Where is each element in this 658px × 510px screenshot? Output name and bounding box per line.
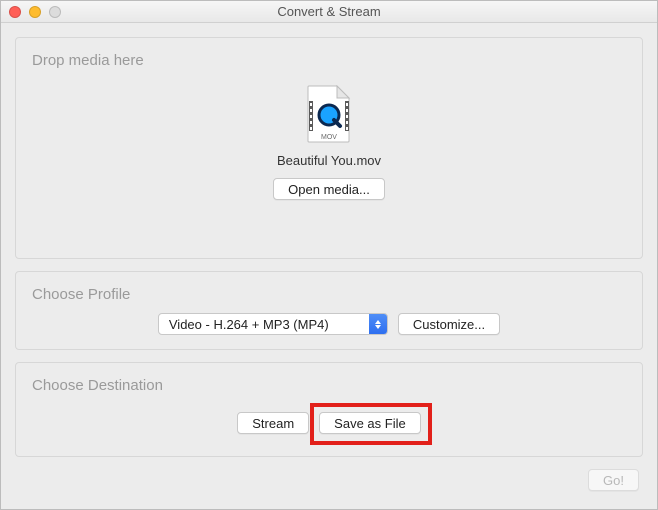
profile-heading: Choose Profile [32,286,628,303]
window-title: Convert & Stream [1,4,657,19]
destination-row: Stream Save as File [30,412,628,434]
panel-drop-media: Drop media here [15,37,643,259]
convert-stream-window: Convert & Stream Drop media here [0,0,658,510]
customize-button[interactable]: Customize... [398,313,500,335]
drop-area[interactable]: MOV Beautiful You.mov Open media... [30,79,628,204]
panel-choose-destination: Choose Destination Stream Save as File [15,362,643,457]
titlebar: Convert & Stream [1,1,657,23]
destination-heading: Choose Destination [32,377,628,394]
go-button[interactable]: Go! [588,469,639,491]
mov-file-icon: MOV [305,85,353,143]
file-ext-label: MOV [321,134,337,141]
open-media-button[interactable]: Open media... [273,178,385,200]
save-as-file-button[interactable]: Save as File [319,412,421,434]
profile-row: Video - H.264 + MP3 (MP4) Customize... [30,313,628,335]
close-icon[interactable] [9,6,21,18]
drop-heading: Drop media here [32,52,628,69]
window-body: Drop media here [1,23,657,509]
zoom-icon[interactable] [49,6,61,18]
dropped-file-name: Beautiful You.mov [277,153,381,168]
window-traffic-lights [9,1,61,22]
profile-select[interactable]: Video - H.264 + MP3 (MP4) [158,313,388,335]
stepper-arrows-icon [369,314,387,334]
panel-choose-profile: Choose Profile Video - H.264 + MP3 (MP4)… [15,271,643,350]
footer: Go! [15,469,643,491]
profile-select-value: Video - H.264 + MP3 (MP4) [159,314,369,334]
stream-button[interactable]: Stream [237,412,309,434]
minimize-icon[interactable] [29,6,41,18]
